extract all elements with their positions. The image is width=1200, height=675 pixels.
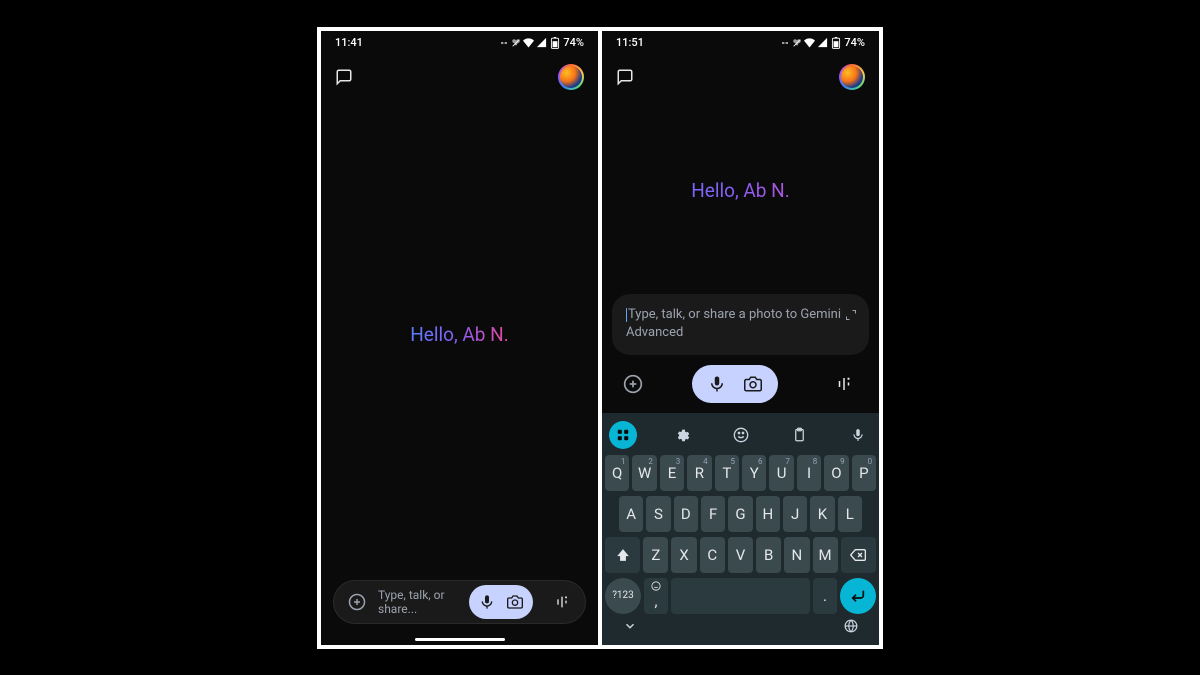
chat-icon[interactable] <box>335 68 353 86</box>
greeting-text: Hello, Ab N. <box>410 323 509 346</box>
app-header <box>602 55 879 99</box>
key-v[interactable]: V <box>728 537 753 573</box>
status-right: 74% <box>780 36 865 49</box>
key-b[interactable]: B <box>756 537 781 573</box>
action-row <box>602 355 879 413</box>
battery-icon <box>550 37 560 49</box>
key-m[interactable]: M <box>813 537 838 573</box>
key-n[interactable]: N <box>784 537 809 573</box>
keyboard-toolbar <box>605 417 876 455</box>
key-z[interactable]: Z <box>643 537 668 573</box>
input-area: Type, talk, or share... <box>321 570 598 638</box>
key-t[interactable]: 5T <box>715 455 739 491</box>
key-q[interactable]: 1Q <box>605 455 629 491</box>
keyboard-row-4: ?123 , . <box>605 578 876 614</box>
status-right: 74% <box>499 36 584 49</box>
clipboard-icon[interactable] <box>785 421 813 449</box>
key-c[interactable]: C <box>700 537 725 573</box>
key-r[interactable]: 4R <box>687 455 711 491</box>
status-bar: 11:51 74% <box>602 31 879 55</box>
add-icon[interactable] <box>344 589 370 615</box>
key-f[interactable]: F <box>701 496 725 532</box>
battery-percent: 74% <box>563 36 584 49</box>
battery-icon <box>831 37 841 49</box>
status-bar: 11:41 74% <box>321 31 598 55</box>
key-s[interactable]: S <box>646 496 670 532</box>
app-header <box>321 55 598 99</box>
keyboard-row-2: ASDFGHJKL <box>605 496 876 532</box>
key-y[interactable]: 6Y <box>742 455 766 491</box>
period-key[interactable]: . <box>813 578 837 614</box>
keyboard-row-3: ZXCVBNM <box>605 537 876 573</box>
key-i[interactable]: 8I <box>797 455 821 491</box>
expand-icon[interactable] <box>845 306 857 325</box>
battery-percent: 74% <box>844 36 865 49</box>
key-l[interactable]: L <box>838 496 862 532</box>
home-indicator[interactable] <box>415 638 505 641</box>
keyboard-row-1: 1Q2W3E4R5T6Y7U8I9O0P <box>605 455 876 491</box>
key-u[interactable]: 7U <box>769 455 793 491</box>
key-o[interactable]: 9O <box>824 455 848 491</box>
key-w[interactable]: 2W <box>632 455 656 491</box>
key-x[interactable]: X <box>671 537 696 573</box>
sparkle-icon[interactable] <box>545 585 579 619</box>
expanded-input[interactable]: Type, talk, or share a photo to Gemini A… <box>612 294 869 354</box>
backspace-key[interactable] <box>841 537 876 573</box>
status-time: 11:41 <box>335 36 363 49</box>
keyboard-footer <box>605 614 876 639</box>
symbols-key[interactable]: ?123 <box>605 578 641 614</box>
camera-icon[interactable] <box>507 594 523 610</box>
phone-left: 11:41 74% Hello, Ab N. <box>321 31 598 645</box>
key-e[interactable]: 3E <box>660 455 684 491</box>
globe-icon[interactable] <box>844 618 858 637</box>
settings-icon[interactable] <box>668 421 696 449</box>
key-d[interactable]: D <box>674 496 698 532</box>
shift-key[interactable] <box>605 537 640 573</box>
mic-icon[interactable] <box>708 375 726 393</box>
camera-icon[interactable] <box>744 375 762 393</box>
key-j[interactable]: J <box>783 496 807 532</box>
collapse-keyboard-icon[interactable] <box>623 618 637 637</box>
action-pill <box>469 585 533 619</box>
phone-right: 11:51 74% Hello, Ab N. <box>602 31 879 645</box>
mic-icon[interactable] <box>844 421 872 449</box>
key-a[interactable]: A <box>619 496 643 532</box>
connectivity-icons <box>499 37 547 48</box>
input-placeholder: Type, talk, or share a photo to Gemini A… <box>626 306 855 342</box>
keyboard: 1Q2W3E4R5T6Y7U8I9O0P ASDFGHJKL ZXCVBNM ?… <box>602 413 879 645</box>
input-bar[interactable]: Type, talk, or share... <box>333 580 586 624</box>
space-key[interactable] <box>671 578 810 614</box>
apps-icon[interactable] <box>609 421 637 449</box>
screenshot-container: 11:41 74% Hello, Ab N. <box>317 27 883 649</box>
connectivity-icons <box>780 37 828 48</box>
main-content: Hello, Ab N. <box>321 99 598 570</box>
status-time: 11:51 <box>616 36 644 49</box>
key-g[interactable]: G <box>728 496 752 532</box>
key-p[interactable]: 0P <box>852 455 876 491</box>
sparkle-icon[interactable] <box>827 367 861 401</box>
emoji-icon[interactable] <box>727 421 755 449</box>
enter-key[interactable] <box>840 578 876 614</box>
comma-key[interactable]: , <box>644 578 668 614</box>
main-content: Hello, Ab N. <box>602 99 879 202</box>
add-icon[interactable] <box>620 371 646 397</box>
input-placeholder: Type, talk, or share... <box>378 588 461 616</box>
greeting-text: Hello, Ab N. <box>602 179 879 202</box>
mic-icon[interactable] <box>479 594 495 610</box>
key-k[interactable]: K <box>810 496 834 532</box>
action-pill <box>692 365 778 403</box>
key-h[interactable]: H <box>756 496 780 532</box>
profile-avatar[interactable] <box>558 64 584 90</box>
profile-avatar[interactable] <box>839 64 865 90</box>
chat-icon[interactable] <box>616 68 634 86</box>
